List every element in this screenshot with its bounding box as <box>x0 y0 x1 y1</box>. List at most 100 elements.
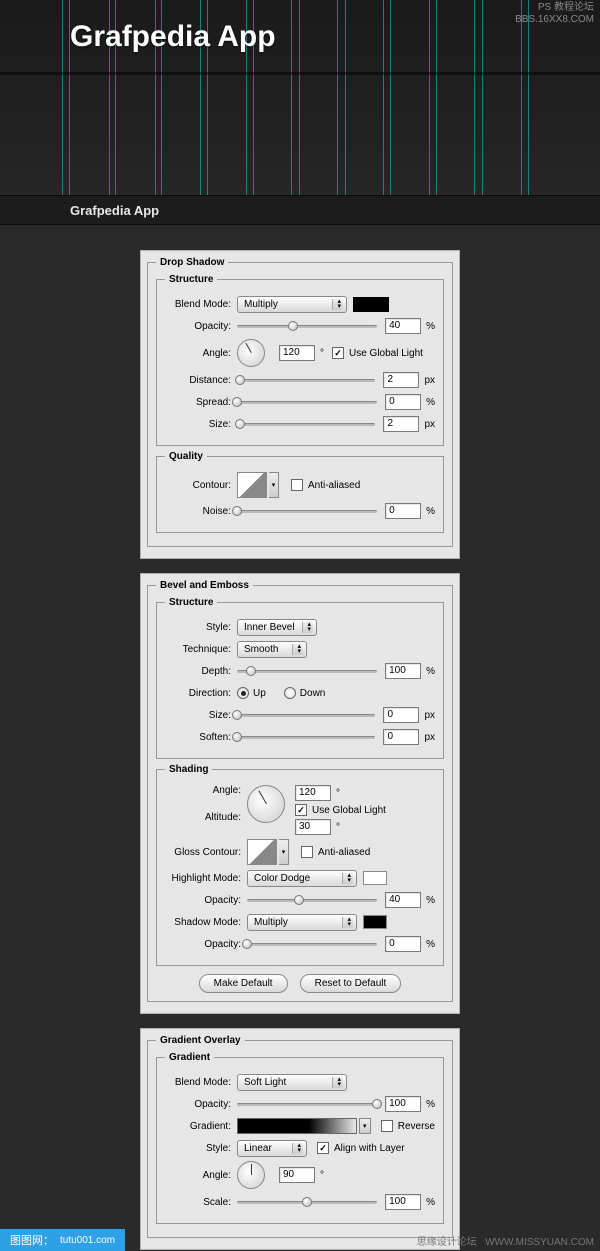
unit-pct: % <box>426 666 435 677</box>
bv-size-slider[interactable] <box>237 708 375 722</box>
ds-blendmode-select[interactable]: Multiply▴▾ <box>237 296 347 313</box>
gr-align-checkbox[interactable] <box>317 1142 329 1154</box>
gr-blendmode-label: Blend Mode: <box>165 1077 237 1088</box>
ds-contour-arrow[interactable]: ▾ <box>269 472 279 498</box>
bv-down-label: Down <box>300 688 326 699</box>
ds-spread-slider[interactable] <box>237 395 377 409</box>
ds-color-swatch[interactable] <box>353 297 389 312</box>
bv-shopacity-input[interactable]: 0 <box>385 936 421 952</box>
reset-default-button[interactable]: Reset to Default <box>300 974 402 993</box>
ds-opacity-label: Opacity: <box>165 321 237 332</box>
unit-pct: % <box>426 397 435 408</box>
gr-blendmode-select[interactable]: Soft Light▴▾ <box>237 1074 347 1091</box>
drop-shadow-legend: Drop Shadow <box>156 257 228 268</box>
bv-antialiased-checkbox[interactable] <box>301 846 313 858</box>
ds-global-light-checkbox[interactable] <box>332 347 344 359</box>
ds-contour-picker[interactable] <box>237 472 267 498</box>
ds-distance-slider[interactable] <box>237 373 375 387</box>
gr-scale-input[interactable]: 100 <box>385 1194 421 1210</box>
bv-shmode-select[interactable]: Multiply▴▾ <box>247 914 357 931</box>
bv-direction-label: Direction: <box>165 688 237 699</box>
header: Grafpedia App <box>0 0 600 195</box>
sub-header: Grafpedia App <box>0 195 600 225</box>
bv-style-value: Inner Bevel <box>244 622 295 633</box>
unit-pct: % <box>426 895 435 906</box>
ds-spread-label: Spread: <box>165 397 237 408</box>
unit-deg: ° <box>320 1170 324 1181</box>
ds-opacity-input[interactable]: 40 <box>385 318 421 334</box>
unit-deg: ° <box>320 348 324 359</box>
gr-gradient-picker[interactable] <box>237 1118 357 1134</box>
ds-antialiased-checkbox[interactable] <box>291 479 303 491</box>
bv-soften-input[interactable]: 0 <box>383 729 419 745</box>
gr-reverse-checkbox[interactable] <box>381 1120 393 1132</box>
bv-sh-color-swatch[interactable] <box>363 915 387 929</box>
ds-spread-input[interactable]: 0 <box>385 394 421 410</box>
bottom-site: 图图网： <box>10 1232 54 1248</box>
bv-depth-input[interactable]: 100 <box>385 663 421 679</box>
bv-angle-dial[interactable] <box>247 785 285 823</box>
ds-global-light-label: Use Global Light <box>349 348 423 359</box>
bv-hlopacity-slider[interactable] <box>247 893 377 907</box>
gr-group: Gradient Blend Mode: Soft Light▴▾ Opacit… <box>156 1052 444 1224</box>
bv-hlmode-select[interactable]: Color Dodge▴▾ <box>247 870 357 887</box>
gr-reverse-label: Reverse <box>398 1121 435 1132</box>
ds-distance-label: Distance: <box>165 375 237 386</box>
watermark-line2: BBS.16XX8.COM <box>515 14 594 26</box>
ds-angle-input[interactable]: 120 <box>279 345 315 361</box>
ds-noise-input[interactable]: 0 <box>385 503 421 519</box>
bv-angle-input[interactable]: 120 <box>295 785 331 801</box>
bv-angle-label: Angle: <box>165 785 247 796</box>
gr-opacity-slider[interactable] <box>237 1097 377 1111</box>
gr-gradient-arrow[interactable]: ▾ <box>359 1118 371 1134</box>
bv-shmode-label: Shadow Mode: <box>165 917 247 928</box>
bv-direction-up-radio[interactable] <box>237 687 249 699</box>
ds-opacity-slider[interactable] <box>237 319 377 333</box>
bv-gloss-label: Gloss Contour: <box>165 847 247 858</box>
bv-altitude-input[interactable]: 30 <box>295 819 331 835</box>
unit-px: px <box>424 375 435 386</box>
bv-direction-down-radio[interactable] <box>284 687 296 699</box>
gradient-fieldset: Gradient Overlay Gradient Blend Mode: So… <box>147 1035 453 1238</box>
bv-hl-color-swatch[interactable] <box>363 871 387 885</box>
gr-opacity-input[interactable]: 100 <box>385 1096 421 1112</box>
ds-contour-label: Contour: <box>165 480 237 491</box>
bv-style-label: Style: <box>165 622 237 633</box>
ds-distance-input[interactable]: 2 <box>383 372 419 388</box>
gr-gradient-label: Gradient: <box>165 1121 237 1132</box>
bottom-right: 思缘设计论坛 WWW.MISSYUAN.COM <box>417 1233 600 1248</box>
ds-noise-slider[interactable] <box>237 504 377 518</box>
bv-global-light-checkbox[interactable] <box>295 804 307 816</box>
gr-angle-dial[interactable] <box>237 1161 265 1189</box>
gr-style-select[interactable]: Linear▴▾ <box>237 1140 307 1157</box>
bv-structure-legend: Structure <box>165 597 217 608</box>
bv-gloss-picker[interactable] <box>247 839 277 865</box>
bottom-right-text: WWW.MISSYUAN.COM <box>485 1237 594 1248</box>
unit-pct: % <box>426 1197 435 1208</box>
bv-hlopacity-input[interactable]: 40 <box>385 892 421 908</box>
bv-technique-select[interactable]: Smooth▴▾ <box>237 641 307 658</box>
bv-depth-slider[interactable] <box>237 664 377 678</box>
bottom-url: tutu001.com <box>60 1235 115 1246</box>
ds-angle-dial[interactable] <box>237 339 265 367</box>
make-default-button[interactable]: Make Default <box>199 974 288 993</box>
bv-gloss-arrow[interactable]: ▾ <box>279 839 289 865</box>
bv-soften-slider[interactable] <box>237 730 375 744</box>
bv-size-input[interactable]: 0 <box>383 707 419 723</box>
ds-size-input[interactable]: 2 <box>383 416 419 432</box>
sub-title: Grafpedia App <box>70 203 159 218</box>
bv-shopacity-label: Opacity: <box>165 939 247 950</box>
ds-size-slider[interactable] <box>237 417 375 431</box>
bv-shopacity-slider[interactable] <box>247 937 377 951</box>
gr-angle-input[interactable]: 90 <box>279 1167 315 1183</box>
ds-blendmode-label: Blend Mode: <box>165 299 237 310</box>
gr-angle-label: Angle: <box>165 1170 237 1181</box>
ds-size-label: Size: <box>165 419 237 430</box>
watermark-line1: PS 教程论坛 <box>515 2 594 14</box>
unit-px: px <box>424 419 435 430</box>
bv-style-select[interactable]: Inner Bevel▴▾ <box>237 619 317 636</box>
bv-shading: Shading Angle: Altitude: 120 ° <box>156 764 444 966</box>
unit-px: px <box>424 710 435 721</box>
gr-scale-slider[interactable] <box>237 1195 377 1209</box>
bv-antialiased-label: Anti-aliased <box>318 847 370 858</box>
